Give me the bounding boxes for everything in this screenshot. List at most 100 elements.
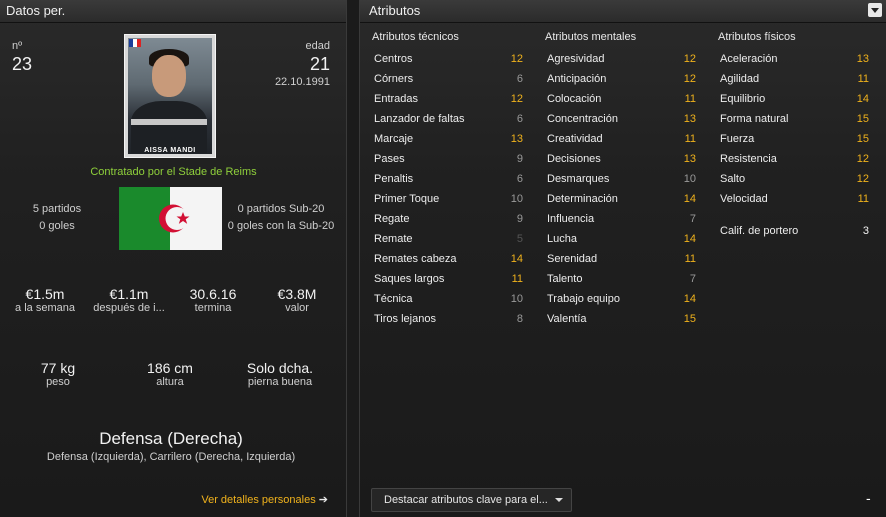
physical-attribute-row[interactable]: Fuerza 15: [715, 129, 875, 149]
attribute-value: 6: [516, 113, 523, 125]
mental-attribute-row[interactable]: Decisiones 13: [542, 149, 702, 169]
mental-attribute-row[interactable]: Lucha 14: [542, 229, 702, 249]
attribute-value: 12: [683, 73, 696, 85]
attribute-value: 13: [510, 133, 523, 145]
height-value: 186 cm: [147, 360, 193, 376]
attribute-value: 6: [516, 73, 523, 85]
technical-attribute-row[interactable]: Centros 12: [369, 49, 529, 69]
attribute-value: 15: [856, 113, 869, 125]
attribute-name: Remate: [374, 233, 413, 245]
attribute-value: 10: [510, 193, 523, 205]
caps: 5 partidos: [32, 203, 82, 215]
attribute-value: 8: [516, 313, 523, 325]
mental-attribute-row[interactable]: Concentración 13: [542, 109, 702, 129]
france-flag-icon: [129, 39, 141, 47]
mental-attribute-row[interactable]: Serenidad 11: [542, 249, 702, 269]
mental-attribute-row[interactable]: Agresividad 12: [542, 49, 702, 69]
collapse-icon[interactable]: -: [866, 490, 871, 506]
goalkeeper-label: Calif. de portero: [720, 225, 799, 237]
u20-caps: 0 partidos Sub-20: [237, 203, 325, 215]
attribute-value: 12: [510, 93, 523, 105]
technical-attribute-row[interactable]: Córners 6: [369, 69, 529, 89]
physical-attribute-row[interactable]: Equilibrio 14: [715, 89, 875, 109]
personal-details-link[interactable]: Ver detalles personales ➔: [201, 493, 328, 506]
attribute-value: 15: [683, 313, 696, 325]
physical-attribute-row[interactable]: Velocidad 11: [715, 189, 875, 209]
height: 186 cm altura: [122, 360, 218, 388]
weight-label: peso: [46, 376, 70, 388]
attribute-value: 12: [856, 153, 869, 165]
attribute-name: Pases: [374, 153, 405, 165]
attribute-name: Centros: [374, 53, 413, 65]
physical-attribute-row[interactable]: Resistencia 12: [715, 149, 875, 169]
technical-attribute-row[interactable]: Regate 9: [369, 209, 529, 229]
physical-attribute-row[interactable]: Aceleración 13: [715, 49, 875, 69]
technical-attribute-row[interactable]: Primer Toque 10: [369, 189, 529, 209]
contract-wage: €1.5m a la semana: [2, 286, 88, 314]
contract-expiry: 30.6.16 termina: [170, 286, 256, 314]
attribute-value: 13: [683, 153, 696, 165]
technical-attribute-row[interactable]: Saques largos 11: [369, 269, 529, 289]
chevron-down-icon: [555, 498, 563, 502]
mental-attribute-row[interactable]: Valentía 15: [542, 309, 702, 329]
technical-attribute-row[interactable]: Entradas 12: [369, 89, 529, 109]
technical-attribute-row[interactable]: Lanzador de faltas 6: [369, 109, 529, 129]
physical-attribute-row[interactable]: Forma natural 15: [715, 109, 875, 129]
technical-attribute-row[interactable]: Pases 9: [369, 149, 529, 169]
mental-attribute-row[interactable]: Trabajo equipo 14: [542, 289, 702, 309]
photo-name: AISSA MANDI: [144, 147, 196, 154]
mental-attribute-row[interactable]: Desmarques 10: [542, 169, 702, 189]
physical-attribute-row[interactable]: Salto 12: [715, 169, 875, 189]
number-label: nº: [12, 40, 23, 52]
market-value: €3.8M: [277, 286, 317, 302]
mental-attribute-row[interactable]: Creatividad 11: [542, 129, 702, 149]
highlight-key-attributes-dropdown[interactable]: Destacar atributos clave para el...: [371, 488, 572, 512]
weight-value: 77 kg: [40, 360, 76, 376]
attribute-name: Agresividad: [547, 53, 605, 65]
goalkeeper-value: 3: [862, 225, 869, 237]
panel-title: Atributos: [360, 0, 886, 23]
attribute-name: Decisiones: [547, 153, 601, 165]
after-tax-label: después de i...: [93, 302, 165, 314]
highlight-dropdown-label: Destacar atributos clave para el...: [384, 494, 548, 506]
attribute-value: 15: [856, 133, 869, 145]
attribute-name: Forma natural: [720, 113, 789, 125]
attribute-name: Aceleración: [720, 53, 778, 65]
attribute-value: 13: [856, 53, 869, 65]
technical-attribute-row[interactable]: Remate 5: [369, 229, 529, 249]
technical-attribute-row[interactable]: Remates cabeza 14: [369, 249, 529, 269]
panel-menu-chevron-down-icon[interactable]: [868, 3, 882, 17]
attribute-value: 12: [510, 53, 523, 65]
attribute-value: 11: [511, 273, 523, 285]
attribute-value: 14: [510, 253, 523, 265]
u20-goals: 0 goles con la Sub-20: [227, 220, 335, 232]
attribute-name: Talento: [547, 273, 583, 285]
attribute-name: Regate: [374, 213, 410, 225]
technical-attribute-row[interactable]: Tiros lejanos 8: [369, 309, 529, 329]
goals: 0 goles: [39, 220, 75, 232]
preferred-foot: Solo dcha. pierna buena: [232, 360, 328, 388]
attribute-value: 5: [516, 233, 523, 245]
physical-title: Atributos físicos: [718, 31, 796, 43]
attribute-name: Primer Toque: [374, 193, 440, 205]
personal-details-link-label: Ver detalles personales: [201, 494, 316, 506]
attribute-name: Colocación: [547, 93, 602, 105]
shirt-number: 23: [12, 54, 33, 74]
technical-attribute-row[interactable]: Marcaje 13: [369, 129, 529, 149]
physical-attribute-row[interactable]: Agilidad 11: [715, 69, 875, 89]
technical-attribute-row[interactable]: Técnica 10: [369, 289, 529, 309]
attribute-value: 7: [689, 273, 696, 285]
mental-attribute-row[interactable]: Talento 7: [542, 269, 702, 289]
attribute-value: 10: [510, 293, 523, 305]
mental-attribute-row[interactable]: Determinación 14: [542, 189, 702, 209]
attribute-name: Penaltis: [374, 173, 414, 185]
attributes-panel: Atributos Atributos técnicos Centros 12 Có…: [359, 0, 886, 517]
mental-attribute-row[interactable]: Anticipación 12: [542, 69, 702, 89]
technical-attribute-row[interactable]: Penaltis 6: [369, 169, 529, 189]
arrow-right-icon: ➔: [318, 494, 328, 506]
attribute-value: 11: [684, 133, 696, 145]
attribute-name: Influencia: [547, 213, 595, 225]
mental-attribute-row[interactable]: Colocación 11: [542, 89, 702, 109]
mental-attribute-row[interactable]: Influencia 7: [542, 209, 702, 229]
other-positions: Defensa (Izquierda), Carrilero (Derecha,…: [46, 451, 296, 463]
